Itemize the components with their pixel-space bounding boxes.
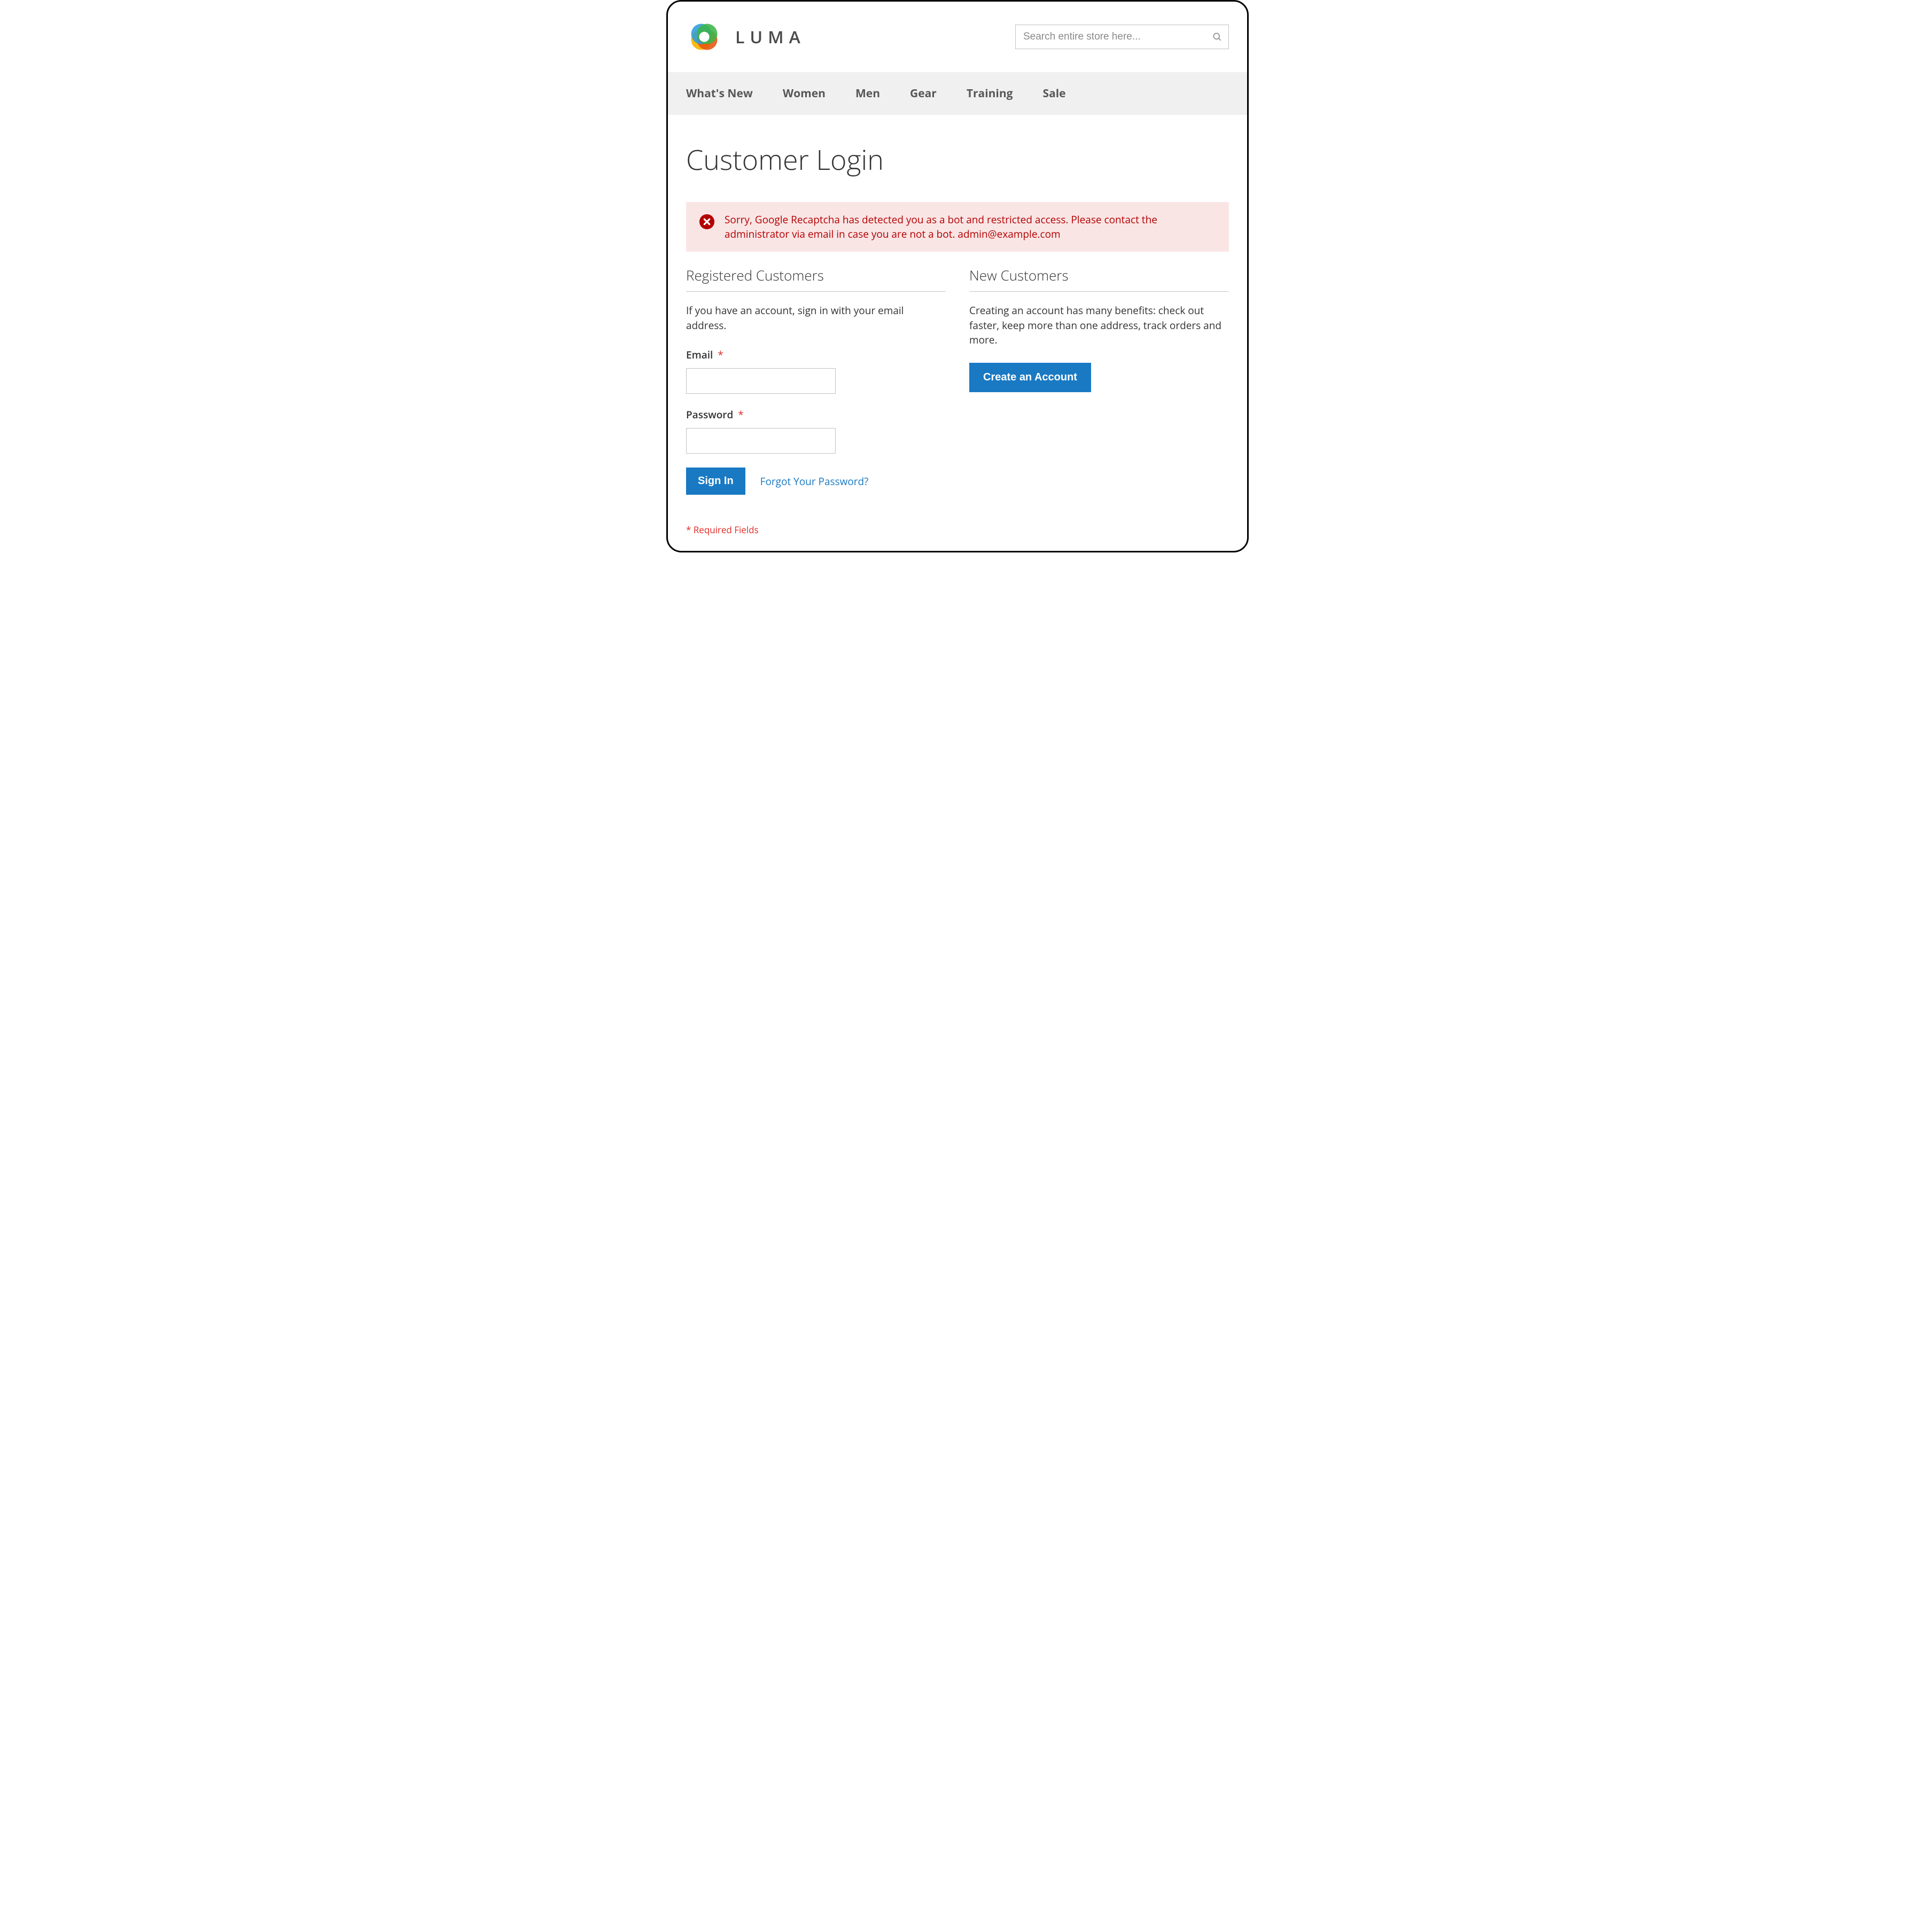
nav-item-women[interactable]: Women	[783, 72, 826, 115]
registered-description: If you have an account, sign in with you…	[686, 303, 946, 333]
search-icon[interactable]	[1212, 32, 1223, 42]
password-field[interactable]	[686, 428, 836, 454]
email-field-wrap: Email *	[686, 348, 946, 394]
create-account-button[interactable]: Create an Account	[969, 363, 1091, 392]
email-field[interactable]	[686, 368, 836, 394]
password-label-text: Password	[686, 408, 733, 422]
main-nav: What's New Women Men Gear Training Sale	[668, 72, 1247, 115]
registered-customers-section: Registered Customers If you have an acco…	[686, 266, 946, 536]
logo-text: LUMA	[735, 26, 806, 49]
divider	[969, 291, 1229, 292]
header: LUMA	[668, 2, 1247, 72]
logo-icon	[686, 19, 722, 55]
divider	[686, 291, 946, 292]
email-label-text: Email	[686, 348, 713, 362]
password-field-wrap: Password *	[686, 408, 946, 454]
required-mark: *	[738, 408, 743, 422]
sign-in-button[interactable]: Sign In	[686, 468, 745, 495]
required-fields-note: * Required Fields	[686, 524, 946, 536]
registered-title: Registered Customers	[686, 266, 946, 285]
nav-item-men[interactable]: Men	[855, 72, 880, 115]
login-actions: Sign In Forgot Your Password?	[686, 468, 946, 495]
password-label: Password *	[686, 408, 946, 422]
new-customers-title: New Customers	[969, 266, 1229, 285]
nav-item-whats-new[interactable]: What's New	[686, 72, 753, 115]
search	[1015, 25, 1229, 49]
forgot-password-link[interactable]: Forgot Your Password?	[760, 474, 869, 488]
error-icon	[699, 214, 715, 230]
error-message: Sorry, Google Recaptcha has detected you…	[725, 213, 1216, 241]
app-frame: LUMA What's New Women Men Gear Training …	[666, 0, 1249, 552]
main-content: Customer Login Sorry, Google Recaptcha h…	[668, 115, 1247, 551]
nav-item-gear[interactable]: Gear	[910, 72, 937, 115]
new-customers-description: Creating an account has many benefits: c…	[969, 303, 1229, 348]
error-alert: Sorry, Google Recaptcha has detected you…	[686, 202, 1229, 252]
required-mark: *	[718, 348, 723, 362]
nav-item-training[interactable]: Training	[967, 72, 1013, 115]
logo[interactable]: LUMA	[686, 19, 806, 55]
nav-item-sale[interactable]: Sale	[1043, 72, 1066, 115]
new-customers-section: New Customers Creating an account has ma…	[969, 266, 1229, 536]
search-input[interactable]	[1015, 25, 1229, 49]
email-label: Email *	[686, 348, 946, 362]
page-title: Customer Login	[686, 141, 1229, 178]
